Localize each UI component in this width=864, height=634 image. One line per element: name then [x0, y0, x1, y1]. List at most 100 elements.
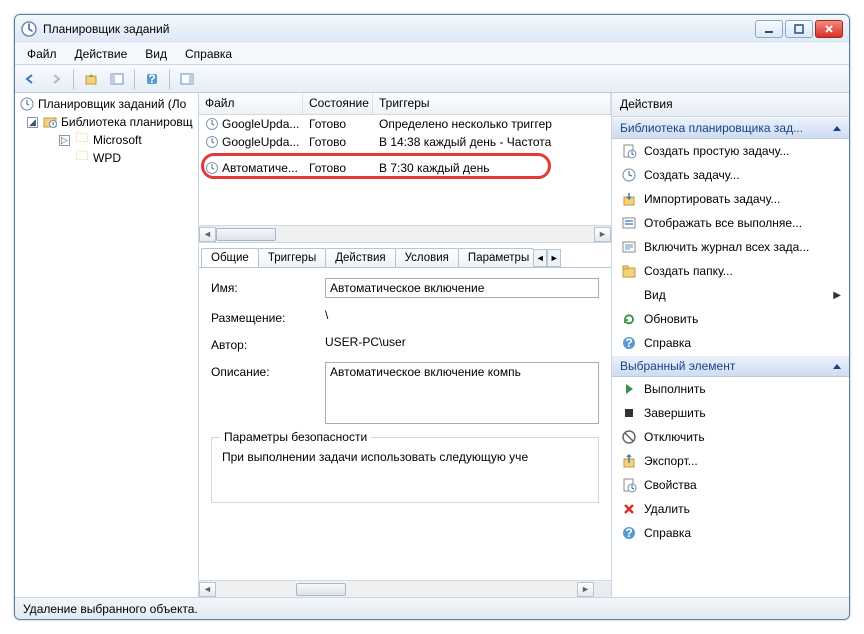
tabs: Общие Триггеры Действия Условия Параметр…	[199, 243, 611, 267]
task-row[interactable]: GoogleUpda... Готово В 14:38 каждый день…	[199, 133, 611, 151]
app-icon	[21, 21, 37, 37]
scroll-left-button[interactable]: ◄	[199, 582, 216, 597]
task-list: Файл Состояние Триггеры GoogleUpda... Го…	[199, 93, 611, 243]
tab-settings[interactable]: Параметры	[458, 248, 534, 267]
clock-icon	[205, 161, 219, 175]
column-state[interactable]: Состояние	[303, 93, 373, 114]
column-triggers[interactable]: Триггеры	[373, 93, 611, 114]
toolbar: ?	[15, 65, 849, 93]
menu-help[interactable]: Справка	[177, 45, 240, 63]
statusbar: Удаление выбранного объекта.	[15, 597, 849, 619]
new-folder-icon	[620, 263, 638, 279]
task-row-selected[interactable]: Автоматиче... Готово В 7:30 каждый день	[199, 159, 611, 177]
action-end[interactable]: Завершить	[612, 401, 849, 425]
author-value: USER-PC\user	[325, 335, 599, 349]
clock-icon	[205, 117, 219, 131]
new-icon	[620, 167, 638, 183]
view-icon	[620, 287, 638, 303]
description-label: Описание:	[211, 362, 325, 379]
window-title: Планировщик заданий	[43, 22, 755, 36]
tab-triggers[interactable]: Триггеры	[258, 248, 326, 267]
action-new-basic[interactable]: Создать простую задачу...	[612, 139, 849, 163]
menu-action[interactable]: Действие	[67, 45, 136, 63]
maximize-button[interactable]	[785, 20, 813, 38]
refresh-icon	[620, 311, 638, 327]
action-delete[interactable]: Удалить	[612, 497, 849, 521]
tab-general[interactable]: Общие	[201, 248, 259, 267]
name-label: Имя:	[211, 278, 325, 295]
help-button[interactable]: ?	[141, 68, 163, 90]
action-help[interactable]: ?Справка	[612, 331, 849, 355]
action-new[interactable]: Создать задачу...	[612, 163, 849, 187]
status-text: Удаление выбранного объекта.	[23, 602, 198, 616]
actions-title: Действия	[612, 93, 849, 117]
horizontal-scrollbar[interactable]: ◄ ►	[199, 225, 611, 242]
menu-file[interactable]: Файл	[19, 45, 65, 63]
tree-pane: Планировщик заданий (Ло ◢ Библиотека пла…	[15, 93, 199, 597]
scroll-right-button[interactable]: ►	[594, 227, 611, 242]
name-field[interactable]	[325, 278, 599, 298]
expander-icon[interactable]: ◢	[27, 117, 38, 128]
tree-root[interactable]: Планировщик заданий (Ло	[15, 95, 198, 113]
up-button[interactable]	[80, 68, 102, 90]
scroll-thumb[interactable]	[216, 228, 276, 241]
help-icon: ?	[620, 525, 638, 541]
tab-actions[interactable]: Действия	[325, 248, 395, 267]
action-show-running[interactable]: Отображать все выполняе...	[612, 211, 849, 235]
minimize-button[interactable]	[755, 20, 783, 38]
security-text: При выполнении задачи использовать следу…	[222, 450, 588, 464]
collapse-icon	[833, 126, 841, 131]
detail-horizontal-scrollbar[interactable]: ◄ ►	[199, 580, 611, 597]
action-disable[interactable]: Отключить	[612, 425, 849, 449]
show-hide-tree-button[interactable]	[106, 68, 128, 90]
tree-library[interactable]: ◢ Библиотека планировщ	[15, 113, 198, 131]
menu-view[interactable]: Вид	[137, 45, 175, 63]
svg-text:?: ?	[625, 336, 632, 350]
action-section-header[interactable]: Выбранный элемент	[612, 355, 849, 377]
folder-icon: 🗀	[74, 150, 90, 166]
tab-scroll-left[interactable]: ◄	[533, 249, 547, 267]
author-label: Автор:	[211, 335, 325, 352]
submenu-arrow-icon: ▶	[833, 290, 841, 301]
action-run[interactable]: Выполнить	[612, 377, 849, 401]
tree-microsoft[interactable]: ▷ 🗀 Microsoft	[15, 131, 198, 149]
forward-button[interactable]	[45, 68, 67, 90]
task-detail: Общие Триггеры Действия Условия Параметр…	[199, 243, 611, 597]
back-button[interactable]	[19, 68, 41, 90]
scroll-thumb[interactable]	[296, 583, 346, 596]
tab-scroll-right[interactable]: ►	[547, 249, 561, 267]
delete-icon	[620, 501, 638, 517]
close-button[interactable]	[815, 20, 843, 38]
actions-pane: Действия Библиотека планировщика зад...С…	[612, 93, 849, 597]
show-hide-action-button[interactable]	[176, 68, 198, 90]
clock-icon	[19, 96, 35, 112]
scroll-left-button[interactable]: ◄	[199, 227, 216, 242]
new-basic-icon	[620, 143, 638, 159]
action-refresh[interactable]: Обновить	[612, 307, 849, 331]
location-label: Размещение:	[211, 308, 325, 325]
run-icon	[620, 381, 638, 397]
svg-text:?: ?	[148, 72, 155, 86]
action-export[interactable]: Экспорт...	[612, 449, 849, 473]
import-icon	[620, 191, 638, 207]
action-help[interactable]: ?Справка	[612, 521, 849, 545]
tab-conditions[interactable]: Условия	[395, 248, 459, 267]
action-new-folder[interactable]: Создать папку...	[612, 259, 849, 283]
description-field[interactable]	[325, 362, 599, 424]
titlebar[interactable]: Планировщик заданий	[15, 15, 849, 43]
action-enable-history[interactable]: Включить журнал всех зада...	[612, 235, 849, 259]
action-section-header[interactable]: Библиотека планировщика зад...	[612, 117, 849, 139]
task-row[interactable]: GoogleUpda... Готово Определено нескольк…	[199, 115, 611, 133]
expander-icon[interactable]: ▷	[59, 135, 70, 146]
tree-wpd[interactable]: 🗀 WPD	[15, 149, 198, 167]
action-properties[interactable]: Свойства	[612, 473, 849, 497]
properties-icon	[620, 477, 638, 493]
scroll-right-button[interactable]: ►	[577, 582, 594, 597]
action-view[interactable]: Вид▶	[612, 283, 849, 307]
action-import[interactable]: Импортировать задачу...	[612, 187, 849, 211]
enable-history-icon	[620, 239, 638, 255]
help-icon: ?	[620, 335, 638, 351]
column-file[interactable]: Файл	[199, 93, 303, 114]
folder-icon: 🗀	[74, 132, 90, 148]
show-running-icon	[620, 215, 638, 231]
